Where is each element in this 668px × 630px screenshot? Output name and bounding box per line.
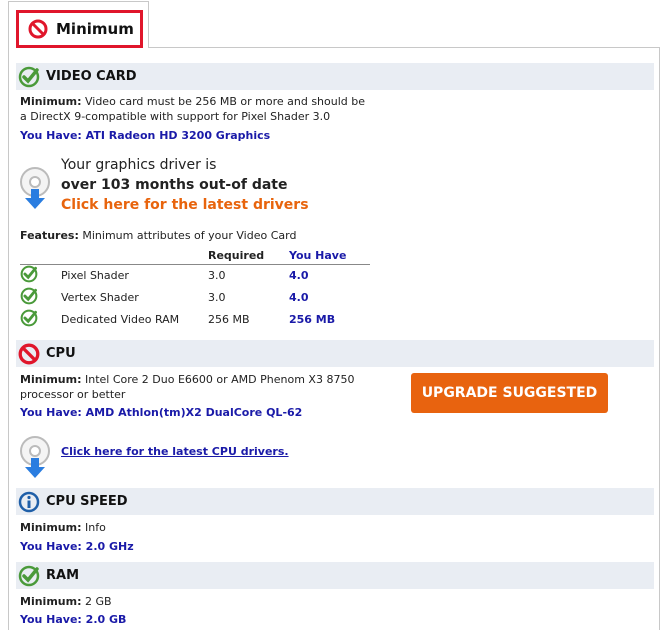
table-row: Vertex Shader 3.0 4.0 bbox=[20, 286, 370, 308]
table-row: Dedicated Video RAM 256 MB 256 MB bbox=[20, 308, 370, 330]
feature-required: 3.0 bbox=[208, 268, 226, 282]
cpu-speed-minimum: Minimum: Info bbox=[20, 521, 106, 534]
driver-status-line2: over 103 months out-of date bbox=[61, 177, 288, 193]
section-title: CPU SPEED bbox=[46, 494, 128, 509]
video-card-header: VIDEO CARD bbox=[16, 63, 654, 90]
cpu-speed-you-have: You Have: 2.0 GHz bbox=[20, 540, 134, 553]
tab-minimum[interactable]: Minimum bbox=[8, 1, 149, 48]
ram-minimum: Minimum: 2 GB bbox=[20, 595, 112, 608]
cpu-header: CPU bbox=[16, 340, 654, 367]
video-card-you-have: You Have: ATI Radeon HD 3200 Graphics bbox=[20, 129, 271, 142]
feature-have: 4.0 bbox=[289, 268, 309, 282]
pass-icon bbox=[20, 287, 38, 304]
feature-required: 3.0 bbox=[208, 290, 226, 304]
ram-header: RAM bbox=[16, 562, 654, 589]
video-card-minimum-cont: a DirectX 9-compatible with support for … bbox=[20, 110, 331, 123]
info-icon bbox=[18, 491, 40, 512]
cpu-you-have: You Have: AMD Athlon(tm)X2 DualCore QL-6… bbox=[20, 406, 303, 419]
feature-name: Dedicated Video RAM bbox=[61, 312, 180, 326]
section-title: CPU bbox=[46, 346, 76, 361]
cpu-minimum: Minimum: Intel Core 2 Duo E6600 or AMD P… bbox=[20, 373, 355, 386]
section-title: RAM bbox=[46, 568, 80, 583]
pass-icon bbox=[20, 309, 38, 326]
feature-required: 256 MB bbox=[208, 312, 250, 326]
fail-icon bbox=[18, 343, 40, 364]
video-card-minimum: Minimum: Video card must be 256 MB or mo… bbox=[20, 95, 366, 108]
feature-name: Vertex Shader bbox=[61, 290, 139, 304]
column-required: Required bbox=[208, 247, 289, 265]
tab-label: Minimum bbox=[56, 20, 134, 38]
column-you-have: You Have bbox=[289, 247, 370, 265]
table-row: Pixel Shader 3.0 4.0 bbox=[20, 264, 370, 286]
cpu-driver-download-icon[interactable] bbox=[18, 434, 52, 480]
features-line: Features: Minimum attributes of your Vid… bbox=[20, 229, 297, 242]
feature-have: 256 MB bbox=[289, 312, 336, 326]
ram-you-have: You Have: 2.0 GB bbox=[20, 613, 127, 626]
cpu-speed-header: CPU SPEED bbox=[16, 488, 654, 515]
feature-name: Pixel Shader bbox=[61, 268, 129, 282]
pass-icon bbox=[18, 66, 40, 87]
fail-icon bbox=[28, 19, 48, 39]
cpu-minimum-cont: processor or better bbox=[20, 388, 126, 401]
feature-have: 4.0 bbox=[289, 290, 309, 304]
tab-minimum-highlight: Minimum bbox=[16, 10, 143, 48]
cpu-drivers-link[interactable]: Click here for the latest CPU drivers. bbox=[61, 445, 289, 458]
latest-drivers-link[interactable]: Click here for the latest drivers bbox=[61, 195, 309, 215]
driver-status-line1: Your graphics driver is bbox=[61, 157, 217, 173]
table-header-row: Required You Have bbox=[20, 247, 370, 265]
pass-icon bbox=[20, 265, 38, 283]
driver-download-icon[interactable] bbox=[18, 165, 52, 211]
pass-icon bbox=[18, 565, 40, 586]
upgrade-suggested-button[interactable]: UPGRADE SUGGESTED bbox=[411, 373, 608, 413]
features-table: Required You Have Pixel Shader 3.0 4.0 V… bbox=[20, 247, 370, 330]
section-title: VIDEO CARD bbox=[46, 69, 137, 84]
